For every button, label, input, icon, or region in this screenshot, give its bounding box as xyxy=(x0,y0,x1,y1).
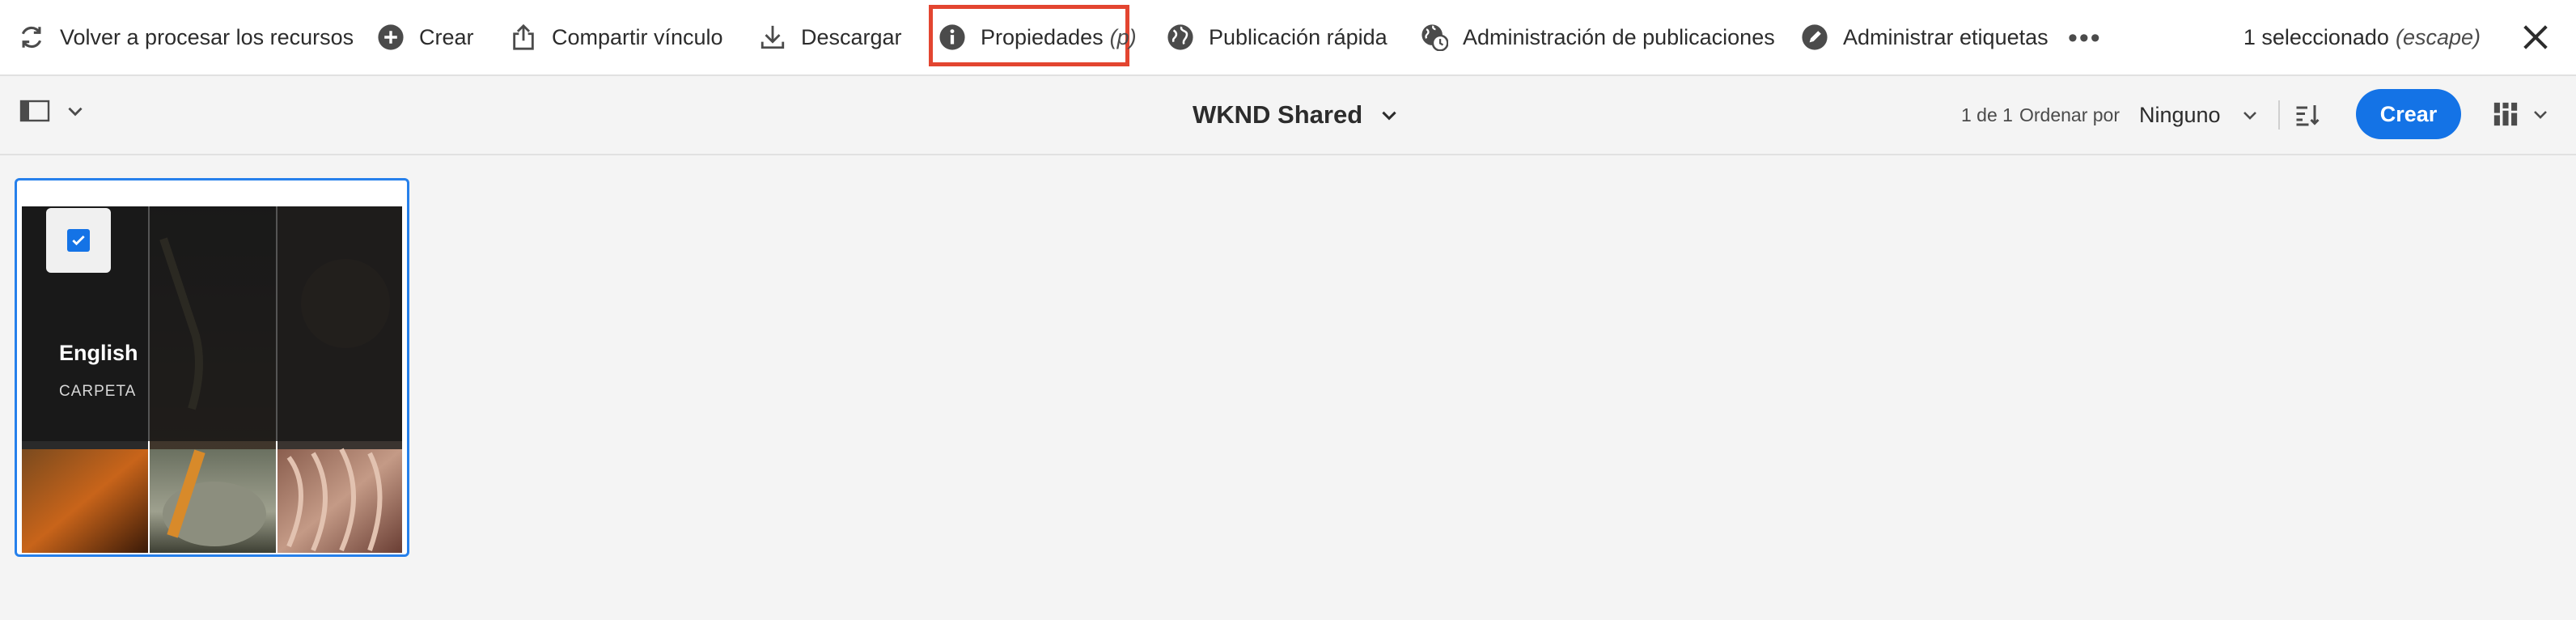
checkmark-icon xyxy=(72,235,85,246)
globe-clock-icon xyxy=(1421,24,1448,51)
folder-title-dropdown[interactable]: WKND Shared xyxy=(1193,76,1400,154)
create-action-button[interactable]: Crear xyxy=(377,0,474,74)
manage-publication-label: Administración de publicaciones xyxy=(1463,24,1775,49)
properties-label: Propiedades xyxy=(981,24,1104,49)
view-switcher[interactable] xyxy=(2492,100,2550,128)
chevron-down-icon xyxy=(2243,112,2256,120)
selection-status: 1 seleccionado (escape) xyxy=(2243,0,2481,74)
manage-publication-button[interactable]: Administración de publicaciones xyxy=(1421,0,1775,74)
selection-count: 1 seleccionado xyxy=(2243,24,2389,49)
chevron-down-icon xyxy=(2534,111,2547,119)
sort-dropdown[interactable]: Ninguno xyxy=(2139,76,2260,154)
download-icon xyxy=(761,25,785,49)
reprocess-label: Volver a procesar los recursos xyxy=(60,24,354,49)
download-label: Descargar xyxy=(801,24,902,49)
sort-label: Ordenar por xyxy=(2019,104,2121,125)
tag-edit-icon xyxy=(1802,24,1828,50)
properties-shortcut: (p) xyxy=(1109,24,1137,49)
manage-tags-label: Administrar etiquetas xyxy=(1843,24,2049,49)
manage-tags-button[interactable]: Administrar etiquetas xyxy=(1801,0,2049,74)
card-view-icon xyxy=(2493,102,2518,126)
page-title: WKND Shared xyxy=(1193,100,1363,129)
rail-toggle-button[interactable] xyxy=(19,99,86,123)
globe-icon xyxy=(1167,24,1193,50)
sort-order-button[interactable] xyxy=(2293,100,2322,134)
quick-publish-label: Publicación rápida xyxy=(1209,24,1388,49)
card-title: English xyxy=(59,341,138,365)
selection-escape-hint: (escape) xyxy=(2395,24,2481,49)
folder-card[interactable]: English CARPETA xyxy=(15,178,409,557)
sort-order-icon xyxy=(2296,105,2320,126)
info-icon xyxy=(939,24,965,50)
more-actions-button[interactable]: ••• xyxy=(2068,23,2102,54)
properties-button[interactable]: Propiedades (p) xyxy=(938,0,1137,74)
share-link-label: Compartir vínculo xyxy=(552,24,723,49)
chevron-down-icon xyxy=(68,107,83,117)
card-type-label: CARPETA xyxy=(59,383,137,400)
card-checkbox[interactable] xyxy=(46,208,111,273)
rail-toggle-icon xyxy=(19,100,50,122)
share-link-button[interactable]: Compartir vínculo xyxy=(510,0,723,74)
quick-publish-button[interactable]: Publicación rápida xyxy=(1167,0,1388,74)
divider xyxy=(2278,100,2280,130)
chevron-down-icon xyxy=(1382,111,1396,121)
close-icon[interactable] xyxy=(2519,21,2552,53)
checkbox-checked xyxy=(67,229,90,252)
reprocess-assets-button[interactable]: Volver a procesar los recursos xyxy=(18,0,354,74)
item-count: 1 de 1 xyxy=(1961,104,2013,125)
sort-value: Ninguno xyxy=(2139,102,2221,127)
share-icon xyxy=(513,23,534,50)
action-bar: Volver a procesar los recursos Crear Com… xyxy=(0,0,2576,76)
refresh-icon xyxy=(21,26,42,49)
content-header: WKND Shared 1 de 1 Ordenar por Ninguno C… xyxy=(0,76,2576,155)
add-circle-icon xyxy=(378,24,404,50)
download-button[interactable]: Descargar xyxy=(759,0,902,74)
create-label: Crear xyxy=(419,24,474,49)
create-button[interactable]: Crear xyxy=(2356,89,2461,139)
